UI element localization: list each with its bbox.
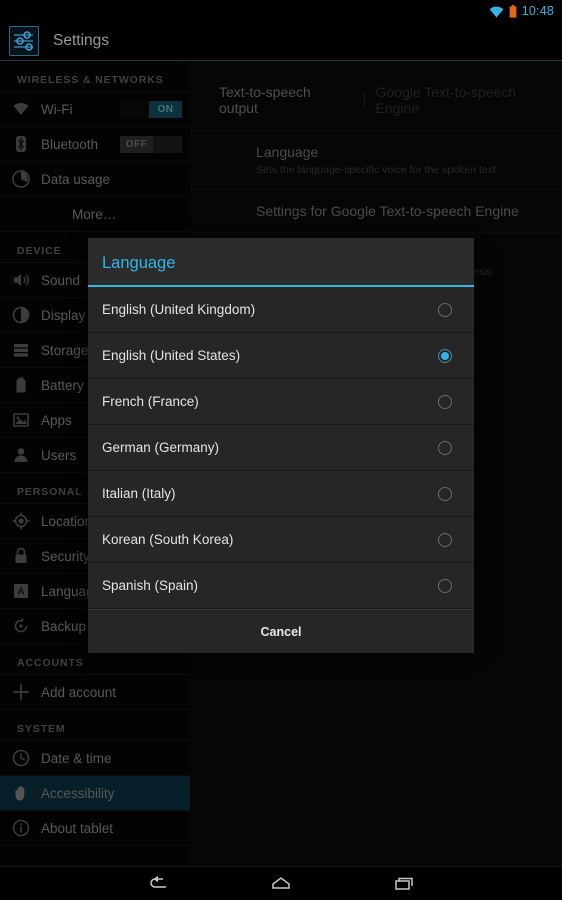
back-icon[interactable] xyxy=(142,872,176,896)
android-settings-screen: 10:48 Settings WIRELESS & NETWORKS Wi-Fi xyxy=(0,0,562,900)
recents-icon[interactable] xyxy=(386,872,420,896)
status-bar: 10:48 xyxy=(0,0,562,22)
language-option-row[interactable]: English (United States) xyxy=(88,333,474,379)
language-option-label: Spanish (Spain) xyxy=(102,578,199,593)
language-option-label: English (United States) xyxy=(102,348,241,363)
language-option-row[interactable]: Spanish (Spain) xyxy=(88,563,474,609)
settings-sliders-icon[interactable] xyxy=(9,26,39,56)
language-option-row[interactable]: English (United Kingdom) xyxy=(88,287,474,333)
radio-button[interactable] xyxy=(438,486,452,501)
dialog-footer: Cancel xyxy=(88,609,474,653)
navigation-bar xyxy=(0,866,562,900)
dialog-title: Language xyxy=(102,254,176,272)
language-option-row[interactable]: French (France) xyxy=(88,379,474,425)
app-title: Settings xyxy=(53,32,110,49)
radio-button[interactable] xyxy=(438,394,452,409)
battery-icon xyxy=(509,4,517,18)
language-option-label: English (United Kingdom) xyxy=(102,302,256,317)
language-option-label: German (Germany) xyxy=(102,440,220,455)
radio-button[interactable] xyxy=(438,440,452,455)
language-option-label: French (France) xyxy=(102,394,199,409)
language-option-label: Italian (Italy) xyxy=(102,486,176,501)
language-option-list[interactable]: English (United Kingdom) English (United… xyxy=(88,287,474,609)
radio-button-selected[interactable] xyxy=(438,348,452,363)
home-icon[interactable] xyxy=(264,872,298,896)
cancel-button[interactable]: Cancel xyxy=(261,625,302,639)
action-bar: Settings xyxy=(0,22,562,61)
radio-button[interactable] xyxy=(438,302,452,317)
wifi-icon xyxy=(489,5,504,18)
language-option-row[interactable]: Italian (Italy) xyxy=(88,471,474,517)
status-bar-clock: 10:48 xyxy=(521,4,554,18)
language-dialog: Language English (United Kingdom) Englis… xyxy=(88,238,474,653)
language-option-row[interactable]: Korean (South Korea) xyxy=(88,517,474,563)
radio-button[interactable] xyxy=(438,578,452,593)
language-option-label: Korean (South Korea) xyxy=(102,532,234,547)
language-option-row[interactable]: German (Germany) xyxy=(88,425,474,471)
radio-button[interactable] xyxy=(438,532,452,547)
dialog-title-bar: Language xyxy=(88,238,474,287)
